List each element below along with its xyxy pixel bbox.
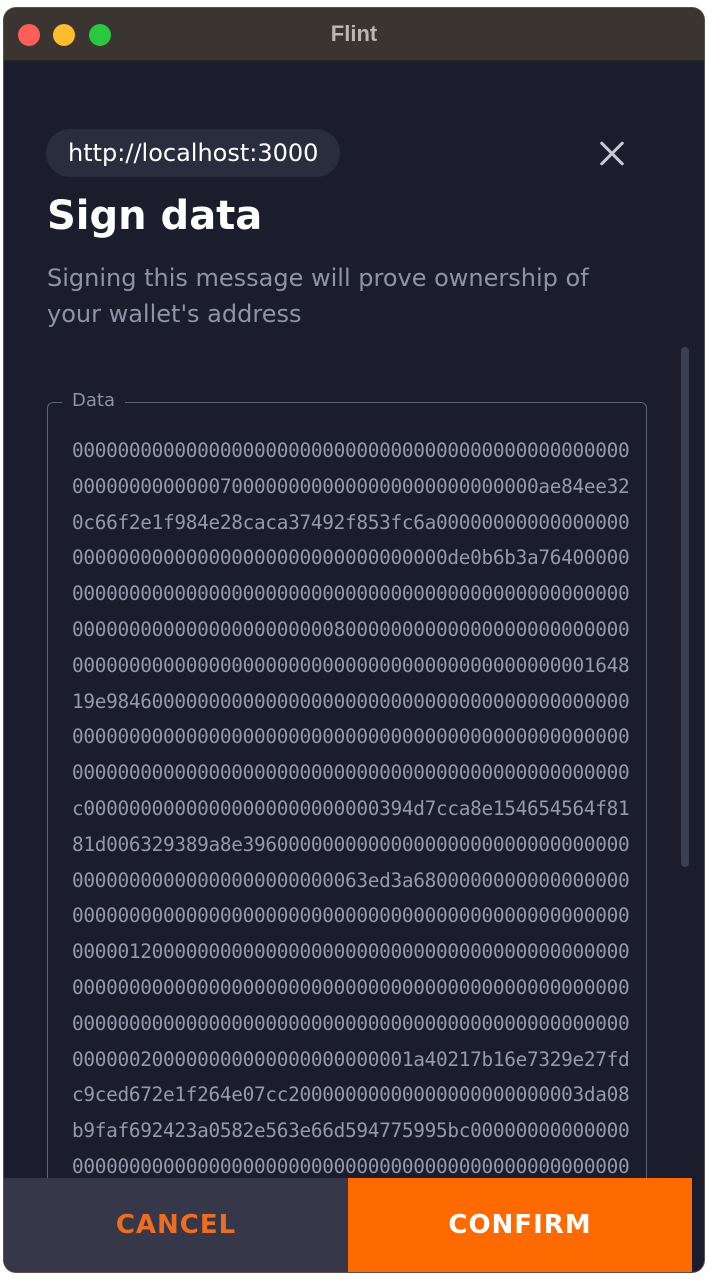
title-bar: Flint xyxy=(4,8,704,61)
confirm-button[interactable]: CONFIRM xyxy=(348,1178,692,1272)
dialog-description: Signing this message will prove ownershi… xyxy=(47,264,589,328)
app-window: Flint http://localhost:3000 Sign data Si… xyxy=(4,8,704,1272)
close-icon[interactable] xyxy=(594,135,630,171)
origin-badge: http://localhost:3000 xyxy=(46,129,341,177)
sign-data-dialog: http://localhost:3000 Sign data Signing … xyxy=(4,61,704,1202)
data-field-label: Data xyxy=(62,390,125,411)
cancel-button[interactable]: CANCEL xyxy=(4,1178,348,1272)
page-title: Sign data xyxy=(47,193,263,239)
data-viewport[interactable]: 0000000000000000000000000000000000000000… xyxy=(72,433,632,1175)
data-field: Data 00000000000000000000000000000000000… xyxy=(47,390,647,1202)
window-title: Flint xyxy=(330,21,378,46)
action-footer: CANCEL CONFIRM xyxy=(4,1178,704,1272)
data-value: 0000000000000000000000000000000000000000… xyxy=(72,439,630,1175)
scrollbar[interactable] xyxy=(681,347,689,867)
